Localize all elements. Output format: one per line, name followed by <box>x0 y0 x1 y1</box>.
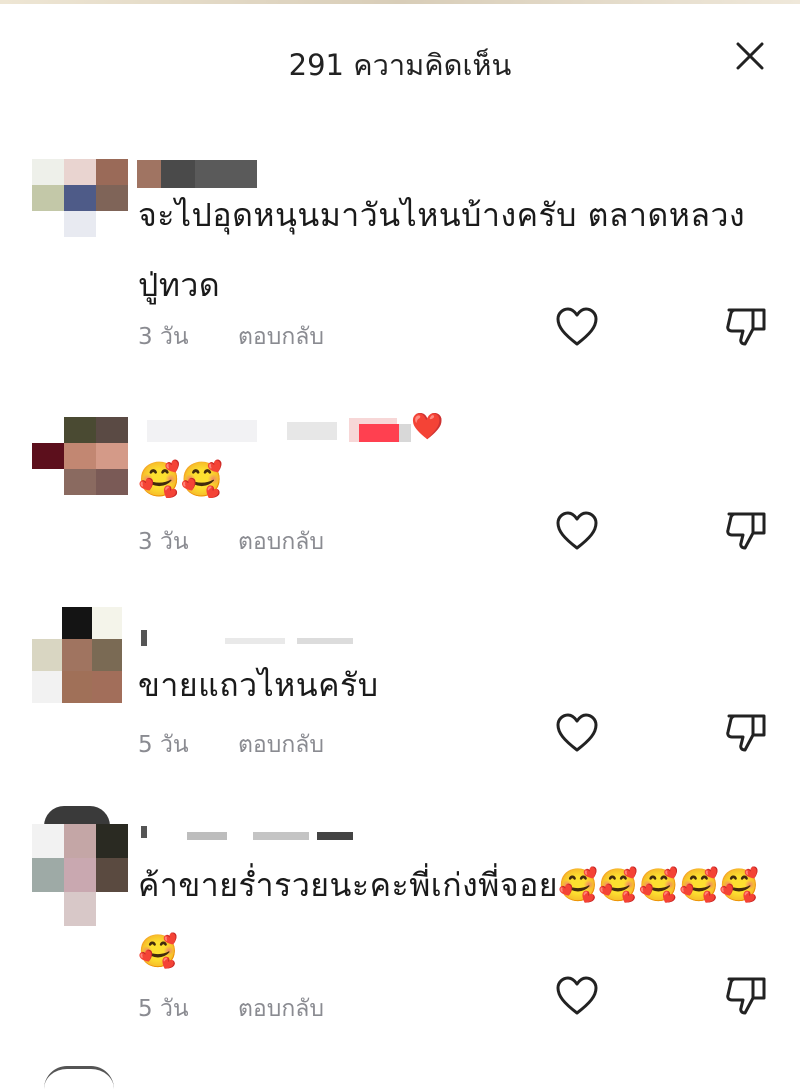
like-button[interactable] <box>554 304 600 350</box>
reply-button[interactable]: ตอบกลับ <box>238 996 324 1022</box>
dislike-button[interactable] <box>723 710 769 756</box>
close-button[interactable] <box>728 34 772 78</box>
like-button[interactable] <box>554 973 600 1019</box>
comment-text: 🥰🥰 <box>138 445 748 515</box>
comment-meta: 5 วัน ตอบกลับ <box>138 991 324 1027</box>
username-redacted[interactable] <box>137 826 367 854</box>
comment-time: 3 วัน <box>138 324 189 350</box>
thumbs-down-icon <box>726 714 766 752</box>
comments-count-title: 291 ความคิดเห็น <box>288 48 512 82</box>
thumbs-down-icon <box>726 512 766 550</box>
heart-emoji: ❤️ <box>411 412 444 442</box>
comments-header: 291 ความคิดเห็น <box>0 4 800 114</box>
smiling-hearts-emoji: 🥰🥰 <box>138 460 224 500</box>
reply-button[interactable]: ตอบกลับ <box>238 324 324 350</box>
comment-text: จะไปอุดหนุนมาวันไหนบ้างครับ ตลาดหลวงปู่ท… <box>138 196 746 304</box>
avatar[interactable] <box>32 159 128 237</box>
avatar-edge <box>44 806 110 826</box>
comment-meta: 3 วัน ตอบกลับ <box>138 524 324 560</box>
reply-button[interactable]: ตอบกลับ <box>238 529 324 555</box>
comment-time: 3 วัน <box>138 529 189 555</box>
comment-meta: 5 วัน ตอบกลับ <box>138 727 324 763</box>
like-button[interactable] <box>554 710 600 756</box>
thumbs-down-icon <box>726 977 766 1015</box>
comment-time: 5 วัน <box>138 996 189 1022</box>
heart-outline-icon <box>556 976 598 1015</box>
like-button[interactable] <box>554 508 600 554</box>
thumbs-down-icon <box>726 308 766 346</box>
close-icon <box>736 42 764 70</box>
comment-time: 5 วัน <box>138 732 189 758</box>
comment-text: ขายแถวไหนครับ <box>138 666 379 704</box>
username-redacted[interactable]: ❤️ <box>137 412 447 442</box>
avatar[interactable] <box>32 824 128 926</box>
avatar[interactable] <box>32 417 128 495</box>
dislike-button[interactable] <box>723 304 769 350</box>
next-avatar-partial <box>44 1066 114 1089</box>
comment-text: ค้าขายร่ำรวยนะคะพี่เก่งพี่จอย🥰🥰🥰🥰🥰🥰 <box>138 866 760 970</box>
heart-outline-icon <box>556 713 598 752</box>
dislike-button[interactable] <box>723 508 769 554</box>
reply-button[interactable]: ตอบกลับ <box>238 732 324 758</box>
heart-outline-icon <box>556 307 598 346</box>
comment-meta: 3 วัน ตอบกลับ <box>138 319 324 355</box>
dislike-button[interactable] <box>723 973 769 1019</box>
username-redacted[interactable] <box>137 624 367 652</box>
heart-outline-icon <box>556 511 598 550</box>
avatar[interactable] <box>32 607 122 703</box>
